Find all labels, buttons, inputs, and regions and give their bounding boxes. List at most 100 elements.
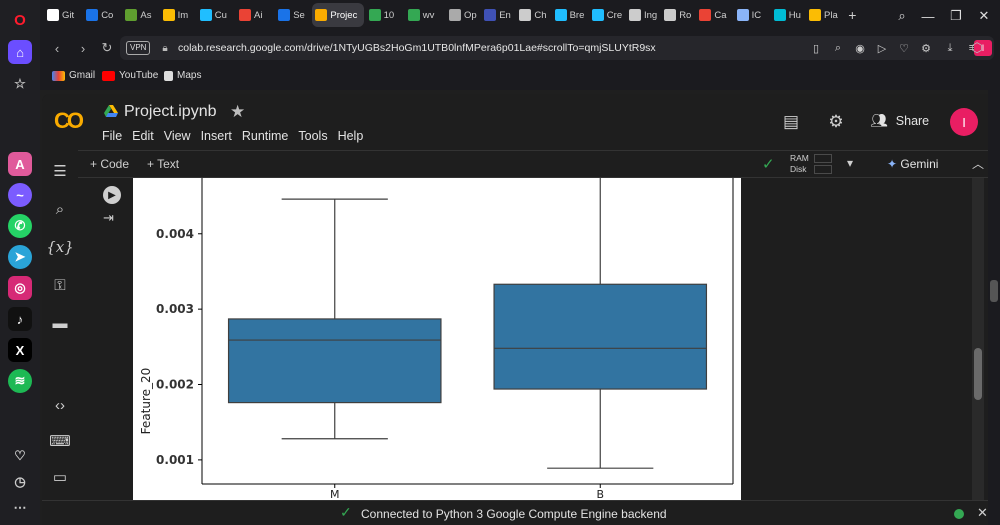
share-button[interactable]: 👥︎ Share	[870, 112, 929, 129]
ram-bar	[814, 154, 832, 163]
tab-10[interactable]: Op	[446, 3, 480, 27]
tab-9[interactable]: wv	[405, 3, 445, 27]
tab-5[interactable]: Ai	[236, 3, 274, 27]
add-text-button[interactable]: + Text	[147, 157, 179, 171]
toc-icon[interactable]: ☰	[49, 160, 71, 182]
page-scrollbar[interactable]	[988, 90, 1000, 525]
variables-icon[interactable]: {x}	[46, 236, 74, 258]
tab-14[interactable]: Cre	[589, 3, 625, 27]
run-cell-icon[interactable]: ▶	[103, 186, 121, 204]
tab-3[interactable]: Im	[160, 3, 196, 27]
page-scroll-thumb[interactable]	[990, 280, 998, 302]
reader-icon[interactable]: ▯	[808, 40, 824, 56]
tab-0[interactable]: Git	[44, 3, 82, 27]
forward-icon[interactable]: ›	[74, 39, 92, 57]
zoom-icon[interactable]: ⌕	[830, 40, 846, 56]
menu-help[interactable]: Help	[338, 129, 364, 143]
output-actions-icon[interactable]: ⇥	[103, 210, 114, 226]
terminal-icon[interactable]: ▭	[49, 466, 71, 488]
close-window-icon[interactable]: ✕	[968, 0, 1000, 32]
bookmark-youtube[interactable]: YouTube	[102, 70, 158, 81]
aria-icon[interactable]: A	[8, 152, 32, 176]
more-icon[interactable]: ⋯	[8, 496, 32, 520]
tab-20[interactable]: Pla	[806, 3, 842, 27]
code-snippets-icon[interactable]: ‹›	[49, 394, 71, 416]
bookmark-maps[interactable]: Maps	[164, 70, 201, 81]
menu-view[interactable]: View	[164, 129, 191, 143]
bookmark-heart-icon[interactable]: ♡	[896, 40, 912, 56]
search-icon[interactable]: ⌕	[49, 198, 71, 220]
snapshot-icon[interactable]: ◉	[852, 40, 868, 56]
history-icon[interactable]: ◷	[8, 470, 32, 494]
colab-header: CO Project.ipynb ★ File Edit View Insert…	[42, 94, 1000, 150]
reload-icon[interactable]: ↻	[98, 39, 116, 57]
tiktok-icon[interactable]: ♪	[8, 307, 32, 331]
command-palette-icon[interactable]: ⌨	[49, 430, 71, 452]
tab-4[interactable]: Cu	[197, 3, 235, 27]
status-dot-icon	[954, 509, 964, 519]
status-bar: ✓ Connected to Python 3 Google Compute E…	[42, 500, 1000, 525]
tab-6[interactable]: Se	[275, 3, 311, 27]
chevron-down-icon[interactable]: ▾	[847, 156, 853, 170]
resource-monitor[interactable]: RAM Disk	[790, 153, 809, 175]
tab-13[interactable]: Bre	[552, 3, 588, 27]
url-text[interactable]: colab.research.google.com/drive/1NTyUGBs…	[178, 42, 656, 54]
telegram-icon[interactable]: ➤	[8, 245, 32, 269]
star-icon[interactable]: ★	[230, 102, 245, 122]
extensions-icon[interactable]: ⚙	[918, 40, 934, 56]
messenger-icon[interactable]: ~	[8, 183, 32, 207]
menu-file[interactable]: File	[102, 129, 122, 143]
send-icon[interactable]: ▷	[874, 40, 890, 56]
notebook-title[interactable]: Project.ipynb	[124, 103, 217, 121]
bookmark-gmail[interactable]: Gmail	[52, 70, 95, 81]
home-icon[interactable]: ⌂	[8, 40, 32, 64]
tab-label: Git	[62, 9, 75, 21]
tab-15[interactable]: Ing	[626, 3, 660, 27]
folder-icon[interactable]: ▬	[49, 312, 71, 334]
new-tab-icon[interactable]: +	[845, 3, 863, 27]
tab-19[interactable]: Hu	[771, 3, 805, 27]
menu-tools[interactable]: Tools	[298, 129, 327, 143]
download-icon[interactable]: ⤓	[942, 40, 958, 56]
pin-icon[interactable]: ☆	[8, 72, 32, 96]
tab-8[interactable]: 10	[366, 3, 404, 27]
menu-insert[interactable]: Insert	[201, 129, 232, 143]
whatsapp-icon[interactable]: ✆	[8, 214, 32, 238]
tab-18[interactable]: IC	[734, 3, 770, 27]
wallet-icon[interactable]: ⬡	[968, 39, 986, 57]
x-icon[interactable]: X	[8, 338, 32, 362]
key-icon[interactable]: ⚿	[49, 274, 71, 296]
back-icon[interactable]: ‹	[48, 39, 66, 57]
y-tick-label: 0.001	[156, 453, 194, 467]
instagram-icon[interactable]: ◎	[8, 276, 32, 300]
chart-icon	[629, 9, 641, 21]
settings-gear-icon[interactable]: ⚙	[824, 110, 848, 134]
tab-7[interactable]: Projec	[312, 3, 365, 27]
menu-edit[interactable]: Edit	[132, 129, 154, 143]
bookmark-label: YouTube	[119, 70, 159, 81]
vpn-badge[interactable]: VPN	[126, 41, 151, 55]
chevron-up-icon[interactable]: ︿	[972, 155, 984, 172]
lock-icon[interactable]: 🔒︎	[156, 39, 174, 57]
gemini-button[interactable]: ✦ Gemini	[887, 157, 938, 171]
youtube-icon	[102, 70, 115, 81]
spotify-icon[interactable]: ≋	[8, 369, 32, 393]
tab-17[interactable]: Ca	[696, 3, 732, 27]
tab-2[interactable]: As	[122, 3, 158, 27]
output-scrollbar[interactable]	[972, 178, 984, 500]
comment-icon[interactable]: ▤	[779, 110, 803, 134]
tab-11[interactable]: En	[481, 3, 515, 27]
tab-12[interactable]: Ch	[516, 3, 550, 27]
address-bar[interactable]: VPN 🔒︎ colab.research.google.com/drive/1…	[120, 36, 994, 60]
tab-16[interactable]: Ro	[661, 3, 695, 27]
colab-logo[interactable]: CO	[54, 108, 84, 134]
avatar[interactable]: I	[950, 108, 978, 136]
output-scroll-thumb[interactable]	[974, 348, 982, 400]
add-code-button[interactable]: + Code	[90, 157, 129, 171]
tab-1[interactable]: Co	[83, 3, 121, 27]
y-axis-label: Feature_20	[139, 368, 153, 435]
heart-icon[interactable]: ♡	[8, 444, 32, 468]
menu-runtime[interactable]: Runtime	[242, 129, 289, 143]
close-icon[interactable]: ✕	[977, 505, 988, 521]
opera-logo-icon[interactable]: O	[8, 8, 32, 32]
